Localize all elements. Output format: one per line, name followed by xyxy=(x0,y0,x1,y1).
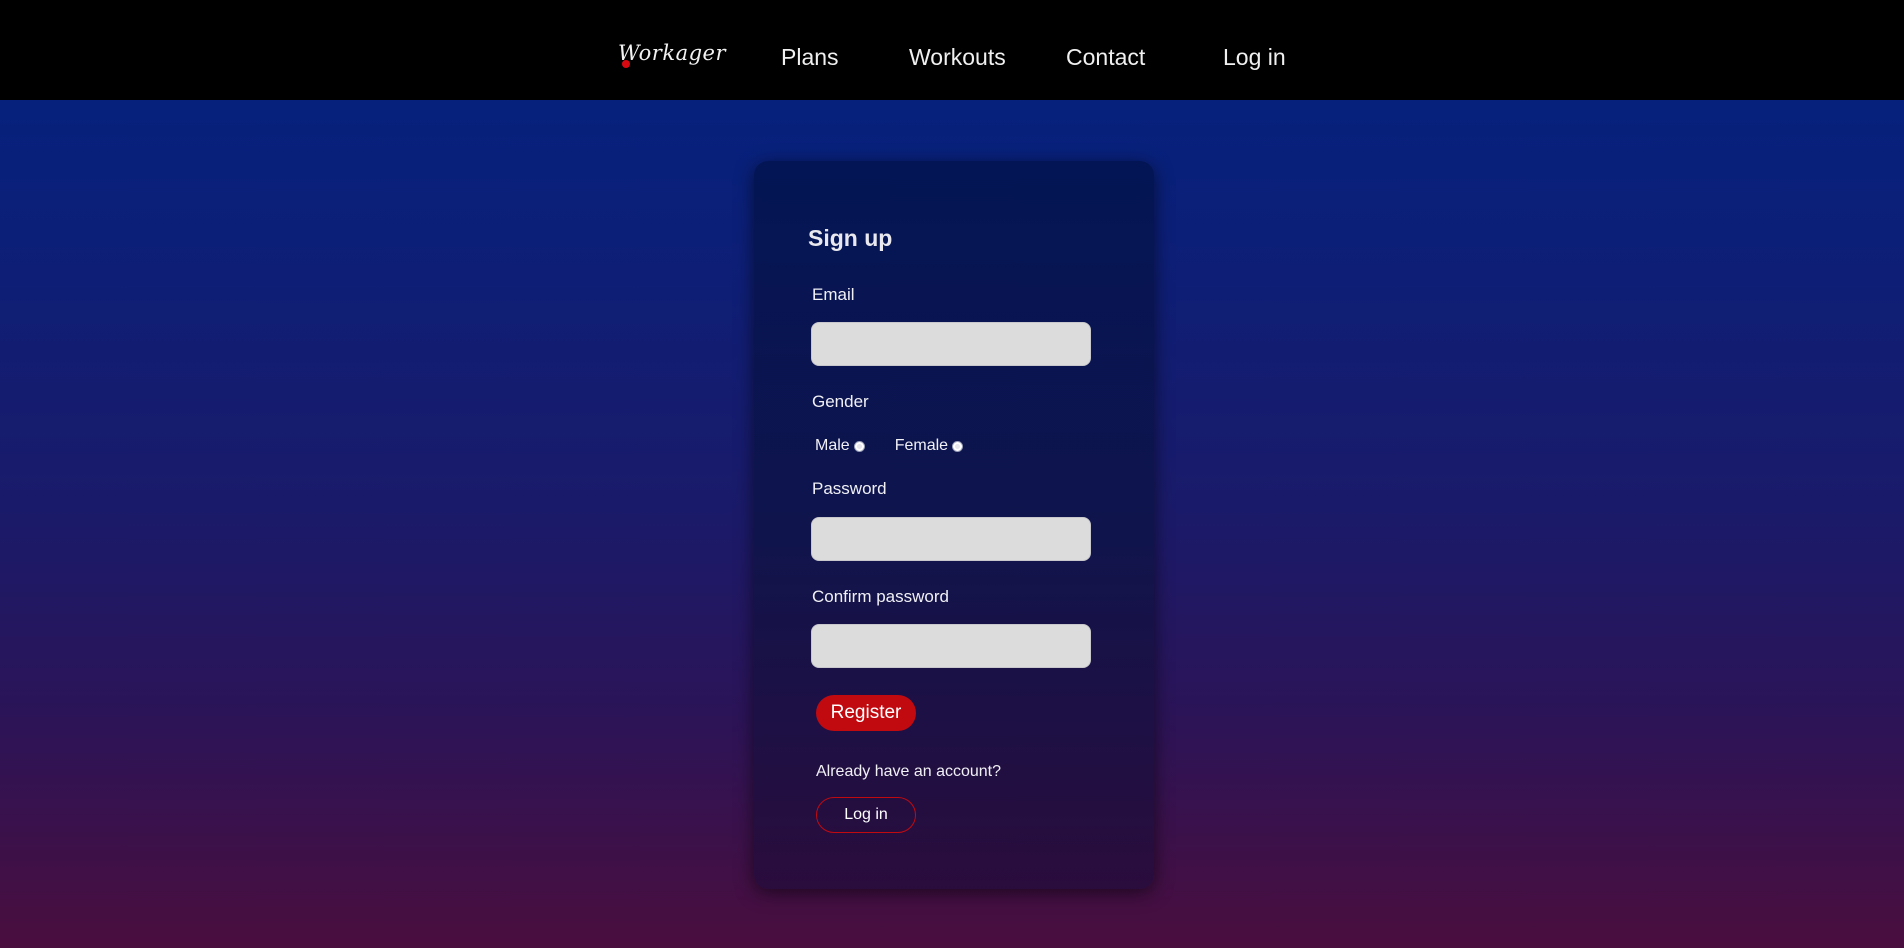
login-button[interactable]: Log in xyxy=(816,797,916,833)
password-field[interactable] xyxy=(811,517,1091,561)
logo-text: Workager xyxy=(618,41,726,65)
register-button[interactable]: Register xyxy=(816,695,916,731)
already-have-account-text: Already have an account? xyxy=(816,763,1002,780)
nav-link-plans[interactable]: Plans xyxy=(781,44,839,71)
gender-option-male[interactable]: Male xyxy=(815,437,865,455)
radio-button-female-icon[interactable] xyxy=(952,440,964,452)
nav-link-login[interactable]: Log in xyxy=(1223,44,1286,71)
confirm-password-field[interactable] xyxy=(811,624,1091,668)
nav-link-workouts[interactable]: Workouts xyxy=(909,44,1006,71)
email-label: Email xyxy=(812,285,855,304)
gender-radio-group: Male Female xyxy=(815,437,993,455)
radio-button-male-icon[interactable] xyxy=(853,440,865,452)
top-navbar: Workager Plans Workouts Contact Log in xyxy=(0,0,1904,100)
logo-dot-icon xyxy=(622,60,630,68)
logo[interactable]: Workager xyxy=(618,41,726,68)
password-label: Password xyxy=(812,479,887,498)
email-field[interactable] xyxy=(811,322,1091,366)
gender-option-female-label: Female xyxy=(894,437,949,454)
signup-card: Sign up Email Gender Male Female Passwor… xyxy=(754,161,1154,889)
gender-option-male-label: Male xyxy=(815,437,850,454)
nav-link-contact[interactable]: Contact xyxy=(1066,44,1145,71)
signup-title: Sign up xyxy=(808,225,893,251)
gender-label: Gender xyxy=(812,392,869,411)
confirm-password-label: Confirm password xyxy=(812,587,949,606)
gender-option-female[interactable]: Female xyxy=(894,437,964,455)
